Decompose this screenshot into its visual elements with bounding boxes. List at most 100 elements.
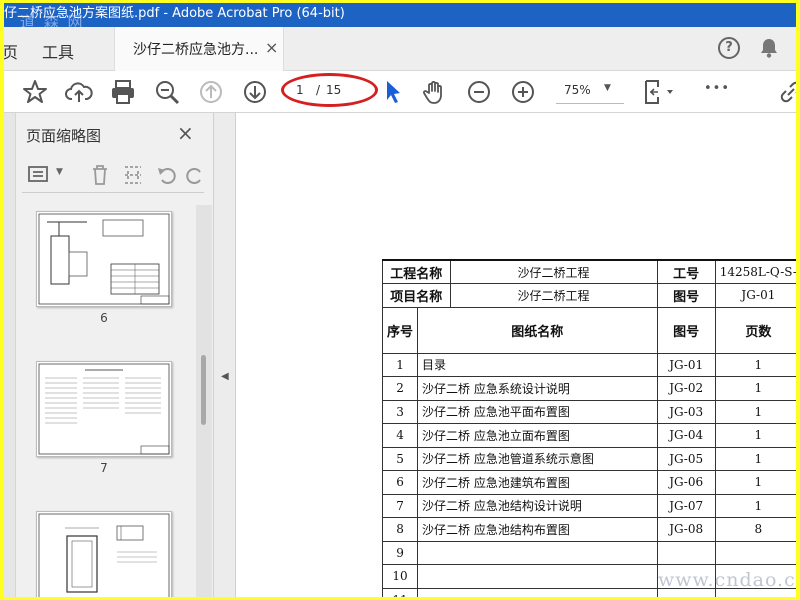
drawing-catalog-table: 工程名称 沙仔二桥工程 工号 14258L-Q-S- 项目名称 沙仔二桥工程 图… xyxy=(381,259,796,597)
collapse-arrow-icon[interactable]: ◀ xyxy=(221,371,229,382)
table-row: 4 沙仔二桥 应急池立面布置图 JG-04 1 xyxy=(381,423,796,448)
watermark-bottom: www.cndao.com xyxy=(658,569,796,591)
table-row: 5 沙仔二桥 应急池管道系统示意图 JG-05 1 xyxy=(381,446,796,471)
zoom-out-icon[interactable] xyxy=(464,77,494,107)
project-name-value: 沙仔二桥工程 xyxy=(449,259,658,284)
thumbnail-drawing xyxy=(38,513,170,597)
zoom-level-dropdown[interactable]: 75% ▼ xyxy=(556,78,624,104)
row-pages: 1 xyxy=(714,493,796,518)
catalog-rows: 1 目录 JG-01 1 2 沙仔二桥 应急系统设计说明 JG-02 1 3 沙仔二桥 应急池平面… xyxy=(381,352,796,597)
more-tools-icon[interactable]: ••• xyxy=(704,81,730,96)
previous-page-icon[interactable] xyxy=(196,77,226,107)
row-drawing-number: JG-03 xyxy=(656,399,716,424)
item-name-value: 沙仔二桥工程 xyxy=(449,283,658,308)
row-seq: 5 xyxy=(381,446,419,471)
job-no-value: 14258L-Q-S- xyxy=(714,259,796,284)
table-row: 1 目录 JG-01 1 xyxy=(381,352,796,377)
thumbnail-drawing xyxy=(38,213,170,305)
panel-title: 页面缩略图 xyxy=(26,127,102,145)
row-pages: 1 xyxy=(714,423,796,448)
job-no-label: 工号 xyxy=(656,259,716,284)
row-seq: 2 xyxy=(381,376,419,401)
row-seq: 7 xyxy=(381,493,419,518)
table-row: 项目名称 沙仔二桥工程 图号 JG-01 xyxy=(382,283,796,308)
row-drawing-name: 沙仔二桥 应急池平面布置图 xyxy=(417,399,658,424)
options-chevron-icon[interactable]: ▼ xyxy=(56,167,63,177)
thumbnail-options-icon[interactable] xyxy=(28,165,50,185)
zoom-in-icon[interactable] xyxy=(508,77,538,107)
next-page-icon[interactable] xyxy=(240,77,270,107)
row-seq: 10 xyxy=(381,564,419,589)
column-header-name: 图纸名称 xyxy=(417,306,658,354)
document-tab[interactable]: 沙仔二桥应急池方... × xyxy=(114,27,284,71)
title-bar: 仔二桥应急池方案图纸.pdf - Adobe Acrobat Pro (64-b… xyxy=(4,3,796,27)
cloud-upload-icon[interactable] xyxy=(64,77,94,107)
panel-close-icon[interactable]: × xyxy=(177,121,194,145)
thumbnail-page-7[interactable] xyxy=(36,361,172,457)
row-drawing-number xyxy=(656,540,716,565)
column-header-drawing: 图号 xyxy=(656,306,716,354)
thumbnail-page-6[interactable] xyxy=(36,211,172,307)
item-name-label: 项目名称 xyxy=(382,283,451,308)
table-row: 9 xyxy=(381,540,796,565)
row-seq: 9 xyxy=(381,540,419,565)
thumbnail-page-number: 7 xyxy=(100,461,108,475)
table-row: 2 沙仔二桥 应急系统设计说明 JG-02 1 xyxy=(381,376,796,401)
row-drawing-name: 沙仔二桥 应急池建筑布置图 xyxy=(417,470,658,495)
thumbnail-page-number: 6 xyxy=(100,311,108,325)
table-header-row: 序号 图纸名称 图号 页数 xyxy=(381,306,796,354)
drawing-no-label: 图号 xyxy=(656,283,716,308)
row-drawing-number: JG-06 xyxy=(656,470,716,495)
notification-bell-icon[interactable] xyxy=(758,37,780,63)
chevron-down-icon: ▼ xyxy=(604,83,611,93)
scrollbar-thumb[interactable] xyxy=(201,355,206,425)
rotate-left-icon[interactable] xyxy=(156,164,178,186)
fit-page-icon[interactable] xyxy=(640,77,680,107)
thumbnail-page-8[interactable] xyxy=(36,511,172,597)
row-pages: 1 xyxy=(714,352,796,377)
thumbnail-list: 6 7 xyxy=(22,205,190,597)
row-drawing-name: 沙仔二桥 应急池管道系统示意图 xyxy=(417,446,658,471)
row-drawing-number: JG-01 xyxy=(656,352,716,377)
row-pages: 1 xyxy=(714,470,796,495)
table-row: 7 沙仔二桥 应急池结构设计说明 JG-07 1 xyxy=(381,493,796,518)
thumbnail-scrollbar[interactable] xyxy=(196,205,212,597)
panel-collapse-strip[interactable]: ◀ xyxy=(214,113,236,597)
help-icon[interactable]: ? xyxy=(718,37,740,59)
row-seq: 1 xyxy=(381,352,419,377)
thumbnail-tools: ▼ xyxy=(22,159,204,193)
row-drawing-name: 沙仔二桥 应急池结构布置图 xyxy=(417,517,658,542)
row-pages: 1 xyxy=(714,399,796,424)
menu-bar: 页 工具 沙仔二桥应急池方... × ? xyxy=(4,27,796,71)
toolbar: 1 / 15 75% ▼ ••• xyxy=(4,71,796,113)
column-header-seq: 序号 xyxy=(381,306,419,354)
hand-tool-icon[interactable] xyxy=(420,77,450,107)
tab-close-icon[interactable]: × xyxy=(265,38,278,57)
acrobat-window: 仔二桥应急池方案图纸.pdf - Adobe Acrobat Pro (64-b… xyxy=(4,3,796,597)
bookmark-star-icon[interactable] xyxy=(20,77,50,107)
row-pages: 1 xyxy=(714,446,796,471)
row-seq: 3 xyxy=(381,399,419,424)
row-drawing-name: 沙仔二桥 应急系统设计说明 xyxy=(417,376,658,401)
print-icon[interactable] xyxy=(108,77,138,107)
drawing-no-value: JG-01 xyxy=(714,283,796,308)
share-link-icon[interactable] xyxy=(776,77,796,107)
row-drawing-number: JG-02 xyxy=(656,376,716,401)
menu-home[interactable]: 页 xyxy=(4,39,18,63)
row-drawing-number: JG-05 xyxy=(656,446,716,471)
menu-tools[interactable]: 工具 xyxy=(42,39,74,63)
table-row: 6 沙仔二桥 应急池建筑布置图 JG-06 1 xyxy=(381,470,796,495)
rotate-right-icon[interactable] xyxy=(186,164,204,186)
page-thumbnails-panel: 页面缩略图 × ▼ 6 7 xyxy=(4,113,214,597)
pdf-page: 工程名称 沙仔二桥工程 工号 14258L-Q-S- 项目名称 沙仔二桥工程 图… xyxy=(381,259,796,597)
extract-page-icon[interactable] xyxy=(122,164,144,186)
select-cursor-icon[interactable] xyxy=(378,77,408,107)
row-pages xyxy=(714,540,796,565)
row-drawing-name xyxy=(417,540,658,565)
delete-page-icon[interactable] xyxy=(90,164,110,186)
table-row: 3 沙仔二桥 应急池平面布置图 JG-03 1 xyxy=(381,399,796,424)
navigation-strip[interactable] xyxy=(4,113,16,597)
zoom-search-icon[interactable] xyxy=(152,77,182,107)
row-drawing-number: JG-08 xyxy=(656,517,716,542)
row-drawing-name: 沙仔二桥 应急池结构设计说明 xyxy=(417,493,658,518)
